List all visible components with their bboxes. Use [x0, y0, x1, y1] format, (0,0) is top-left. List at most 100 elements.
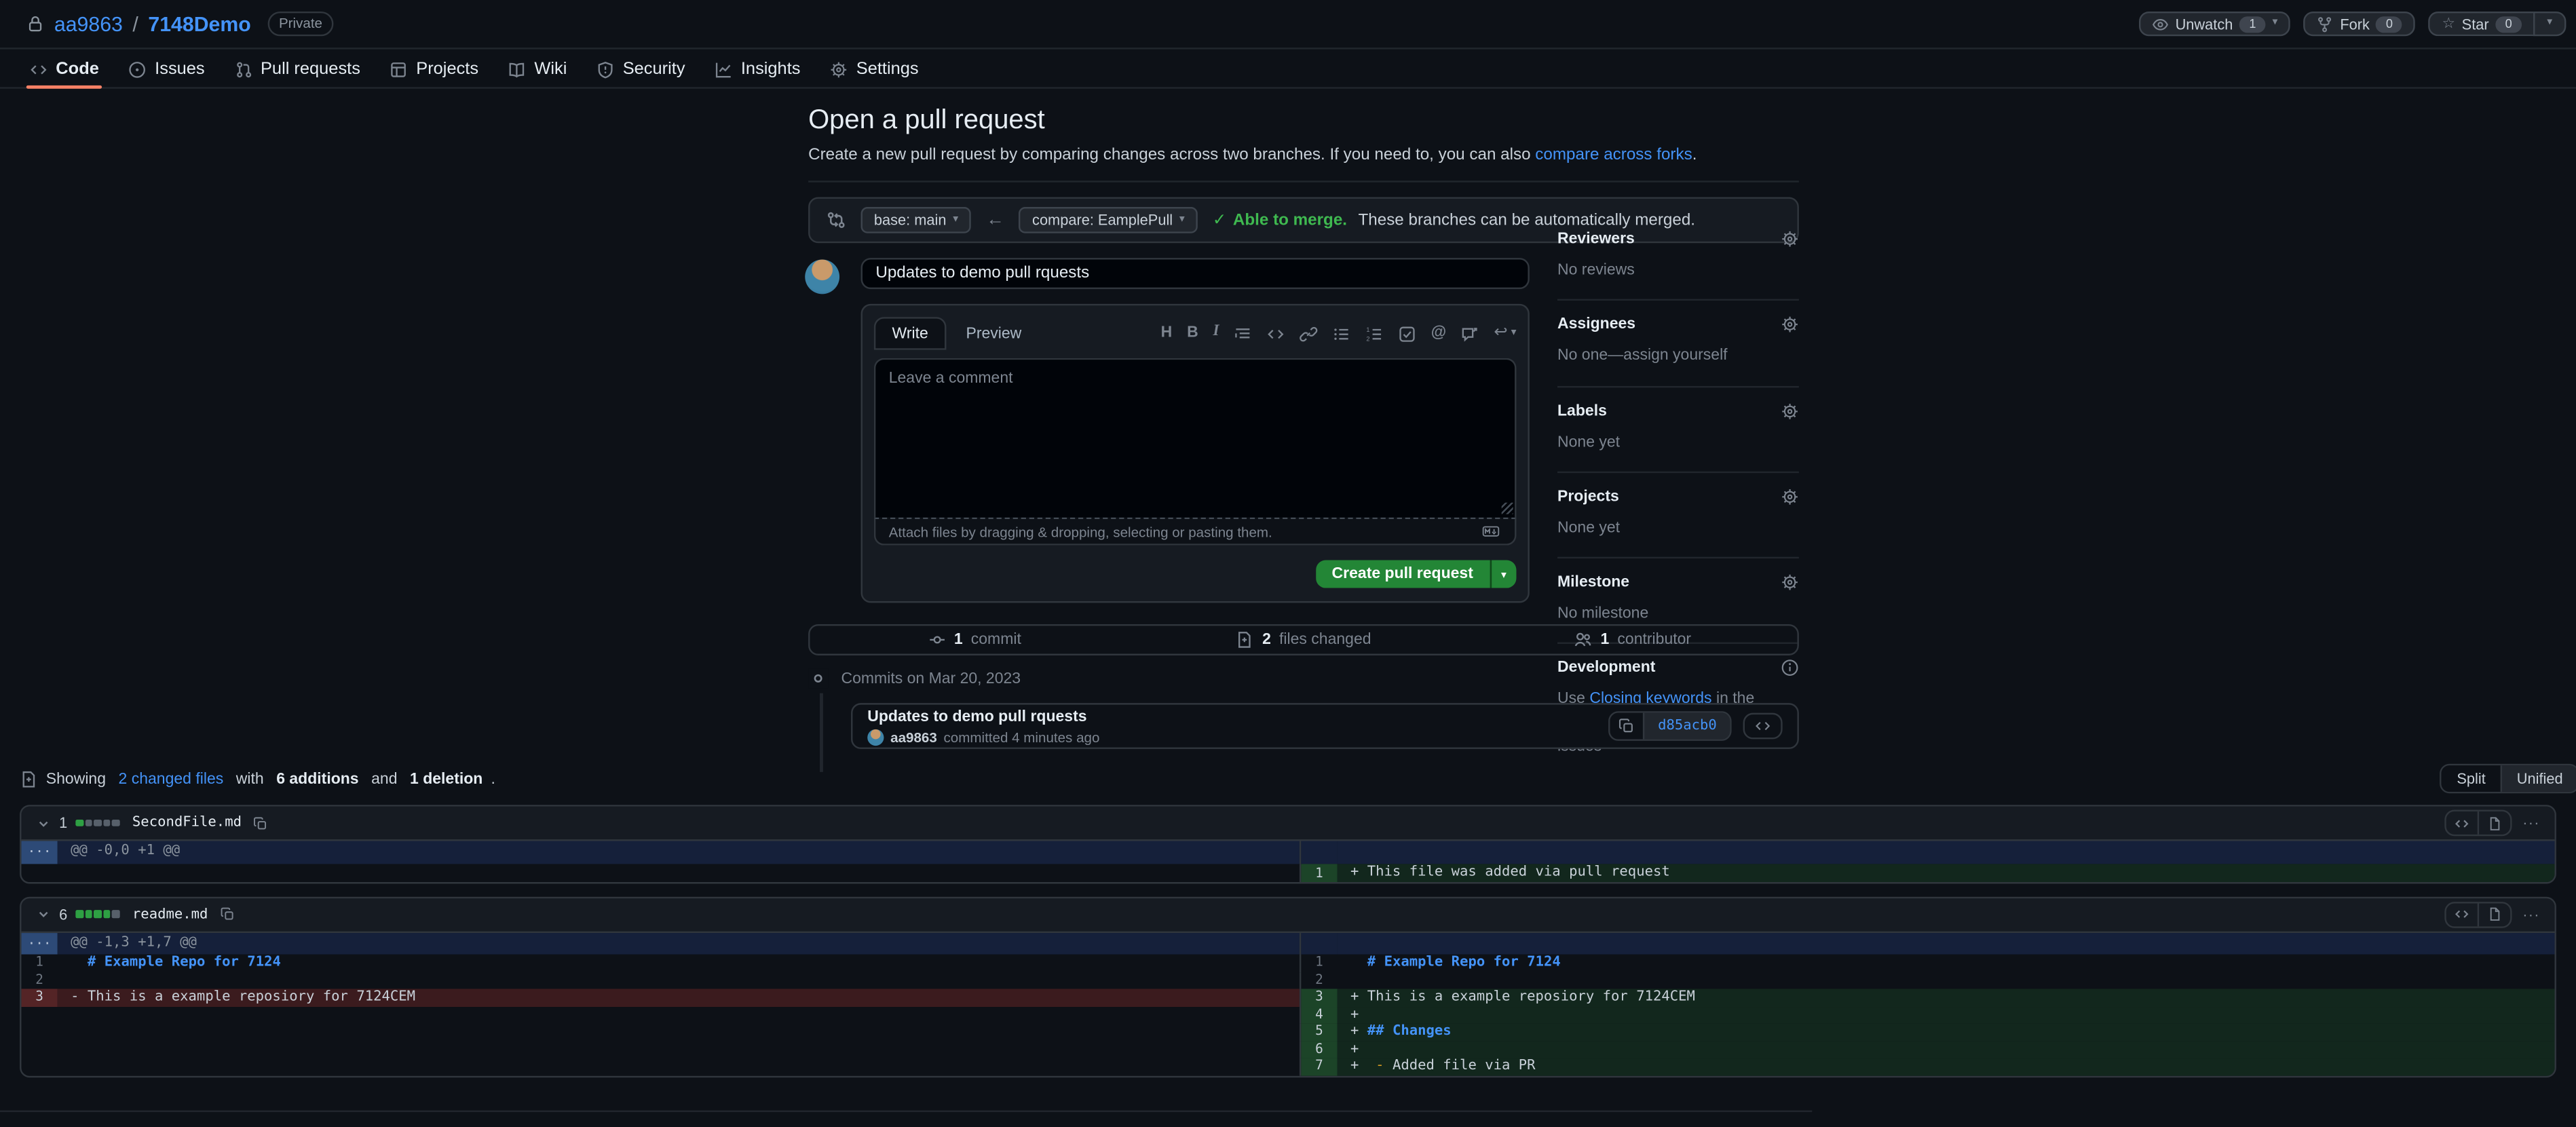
bold-icon[interactable]: B — [1187, 326, 1198, 341]
diff-file-readme: 6 readme.md ··· ···@@ -1,3 +1,7 @@ 1 # E… — [20, 896, 2556, 1077]
bullet-list-icon[interactable] — [1333, 324, 1351, 343]
fork-label: Fork — [2340, 16, 2370, 32]
comment-textarea[interactable] — [874, 358, 1517, 518]
cross-reference-icon[interactable] — [1461, 324, 1479, 343]
base-branch-selector[interactable]: base: main ▾ — [861, 207, 972, 233]
star-dropdown-button[interactable]: ▾ — [2533, 12, 2566, 36]
tab-insights[interactable]: Insights — [702, 51, 814, 87]
line-number: 6 — [1301, 1041, 1337, 1058]
star-button-group: ☆ Star 0 ▾ — [2429, 12, 2566, 36]
numbered-list-icon[interactable]: 12 — [1365, 324, 1384, 343]
commits-stat[interactable]: 1 commit — [810, 631, 1139, 649]
unwatch-button[interactable]: Unwatch 1 ▾ — [2139, 12, 2290, 36]
quote-icon[interactable] — [1234, 324, 1252, 343]
chevron-down-icon: ▾ — [2272, 18, 2277, 29]
tab-code[interactable]: Code — [16, 51, 112, 87]
copy-icon[interactable] — [1610, 713, 1643, 740]
watch-count: 1 — [2239, 16, 2266, 32]
tab-settings[interactable]: Settings — [817, 51, 932, 87]
create-pull-request-button[interactable]: Create pull request — [1315, 560, 1490, 588]
files-count: 2 — [1262, 631, 1271, 649]
expand-hunk-button[interactable]: ··· — [21, 841, 57, 864]
mention-icon[interactable]: @ — [1431, 326, 1446, 341]
saved-replies-icon[interactable]: ↩ ▾ — [1494, 325, 1516, 341]
kebab-menu-icon[interactable]: ··· — [2522, 906, 2539, 922]
file-name[interactable]: SecondFile.md — [132, 815, 242, 831]
tab-projects[interactable]: Projects — [377, 51, 491, 87]
tab-write[interactable]: Write — [874, 317, 947, 349]
fork-count: 0 — [2376, 16, 2403, 32]
repo-owner-link[interactable]: aa9863 — [54, 12, 123, 35]
context-line — [58, 972, 1300, 989]
tab-issues[interactable]: Issues — [115, 51, 218, 87]
code-icon[interactable] — [1267, 324, 1285, 343]
commit-time: committed 4 minutes ago — [944, 729, 1100, 745]
resize-handle[interactable] — [1502, 503, 1513, 514]
tab-label: Code — [56, 59, 99, 79]
empty-cell — [58, 1023, 1300, 1040]
expand-hunk-button[interactable]: ··· — [21, 932, 57, 955]
file-icon[interactable] — [2477, 811, 2509, 835]
commit-sha-link[interactable]: d85acb0 — [1643, 713, 1730, 740]
context-line: # Example Repo for 7124 — [58, 955, 1300, 972]
code-icon[interactable] — [2446, 902, 2477, 925]
code-icon[interactable] — [2446, 811, 2477, 835]
gear-icon[interactable] — [1781, 230, 1799, 248]
hunk-gutter — [1301, 841, 1337, 864]
changed-files-link[interactable]: 2 changed files — [119, 769, 224, 788]
added-line: + ## Changes — [1338, 1023, 2555, 1040]
tab-preview[interactable]: Preview — [946, 324, 1041, 343]
chevron-down-icon[interactable] — [36, 906, 51, 921]
browse-code-button[interactable] — [1743, 713, 1783, 740]
commit-meta: aa9863 committed 4 minutes ago — [867, 729, 1099, 745]
additions-count: 6 additions — [276, 769, 358, 788]
pr-title-input[interactable] — [861, 258, 1530, 289]
context-line — [1338, 972, 2555, 989]
gear-icon[interactable] — [1781, 402, 1799, 420]
heading-icon[interactable]: H — [1161, 326, 1173, 341]
git-compare-icon — [827, 210, 846, 230]
copy-icon[interactable] — [253, 816, 268, 830]
base-branch-label: base: main — [874, 212, 947, 228]
attach-files-bar[interactable]: Attach files by dragging & dropping, sel… — [874, 518, 1517, 546]
fork-button[interactable]: Fork 0 — [2304, 12, 2416, 36]
italic-icon[interactable]: I — [1213, 326, 1219, 341]
tasklist-icon[interactable] — [1398, 324, 1416, 343]
tab-wiki[interactable]: Wiki — [495, 51, 580, 87]
commit-sha-group: d85acb0 — [1608, 711, 1731, 741]
link-icon[interactable] — [1300, 324, 1318, 343]
gear-icon[interactable] — [1781, 316, 1799, 334]
star-label: Star — [2462, 16, 2489, 32]
file-view-buttons — [2444, 901, 2511, 928]
files-changed-stat[interactable]: 2 files changed — [1139, 631, 1468, 649]
arrow-left-icon: ← — [986, 210, 1004, 230]
file-name[interactable]: readme.md — [132, 906, 208, 922]
description-end: . — [1692, 146, 1697, 164]
chevron-down-icon[interactable] — [36, 816, 51, 830]
compare-across-forks-link[interactable]: compare across forks — [1535, 146, 1692, 164]
kebab-menu-icon[interactable]: ··· — [2522, 815, 2539, 831]
empty-cell — [58, 1041, 1300, 1058]
added-line: + — [1338, 1006, 2555, 1023]
star-button[interactable]: ☆ Star 0 — [2429, 12, 2533, 36]
commits-section: Commits on Mar 20, 2023 Updates to demo … — [808, 668, 1799, 749]
gear-icon[interactable] — [1781, 487, 1799, 505]
commit-title-link[interactable]: Updates to demo pull rquests — [867, 707, 1099, 725]
tab-label: Security — [623, 59, 685, 79]
line-number: 1 — [1301, 955, 1337, 972]
issue-icon — [128, 60, 147, 78]
tab-pull-requests[interactable]: Pull requests — [221, 51, 373, 87]
summary-text: Showing — [46, 769, 111, 788]
gear-icon[interactable] — [1781, 573, 1799, 592]
repo-name-link[interactable]: 7148Demo — [148, 12, 250, 35]
tab-security[interactable]: Security — [584, 51, 698, 87]
create-pr-dropdown-button[interactable]: ▾ — [1490, 560, 1516, 588]
section-body: None yet — [1557, 431, 1799, 454]
file-icon[interactable] — [2477, 902, 2509, 925]
copy-icon[interactable] — [219, 906, 234, 921]
unified-view-button[interactable]: Unified — [2501, 765, 2576, 792]
split-view-button[interactable]: Split — [2442, 765, 2501, 792]
markdown-toolbar: H B I 12 @ ↩ — [1161, 324, 1517, 343]
compare-branch-selector[interactable]: compare: EamplePull ▾ — [1019, 207, 1198, 233]
contributors-stat[interactable]: 1 contributor — [1468, 631, 1797, 649]
